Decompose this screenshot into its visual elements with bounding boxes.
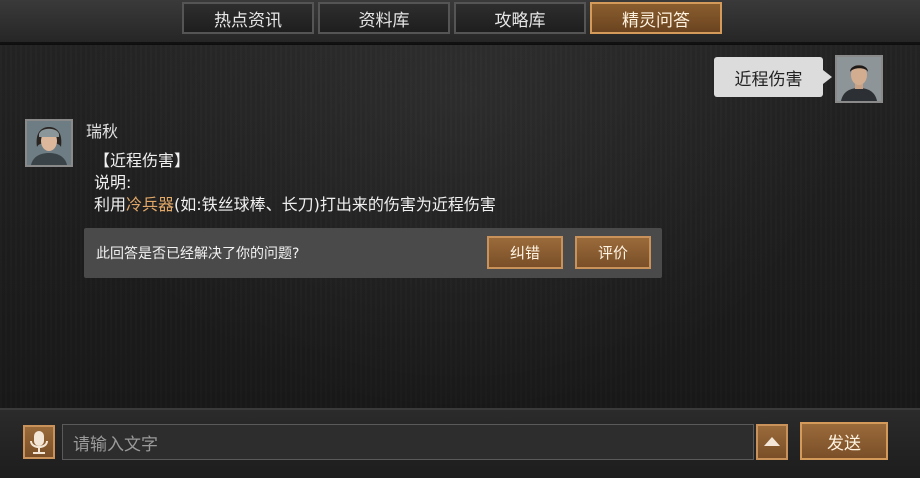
rate-button[interactable]: 评价	[575, 236, 651, 269]
user-avatar-icon	[835, 55, 883, 103]
bot-message-text: 【近程伤害】 说明: 利用冷兵器(如:铁丝球棒、长刀)打出来的伤害为近程伤害	[94, 150, 496, 216]
tab-spirit-qa[interactable]: 精灵问答	[590, 2, 722, 34]
desc-prefix: 利用	[94, 195, 127, 214]
send-button[interactable]: 发送	[800, 422, 888, 460]
message-input[interactable]: 请输入文字	[62, 424, 754, 460]
microphone-button[interactable]	[23, 425, 55, 459]
tab-hot-news[interactable]: 热点资讯	[182, 2, 314, 34]
bot-title-line: 【近程伤害】	[94, 151, 191, 170]
feedback-question: 此回答是否已经解决了你的问题?	[96, 246, 300, 262]
tab-list: 热点资讯 资料库 攻略库 精灵问答	[182, 2, 722, 36]
desc-suffix: (如:铁丝球棒、长刀)打出来的伤害为近程伤害	[174, 195, 496, 214]
microphone-icon	[30, 431, 48, 454]
bot-desc-line: 利用冷兵器(如:铁丝球棒、长刀)打出来的伤害为近程伤害	[94, 194, 496, 216]
tab-database[interactable]: 资料库	[318, 2, 450, 34]
desc-highlight: 冷兵器	[126, 195, 175, 214]
user-bubble-tail	[823, 70, 832, 84]
header-divider	[0, 44, 920, 45]
bot-desc-label: 说明:	[94, 173, 132, 192]
top-tab-bar: 热点资讯 资料库 攻略库 精灵问答	[0, 0, 920, 44]
correct-button[interactable]: 纠错	[487, 236, 563, 269]
expand-button[interactable]	[756, 424, 788, 460]
bot-name: 瑞秋	[86, 122, 119, 141]
feedback-panel: 此回答是否已经解决了你的问题? 纠错 评价	[84, 228, 662, 278]
tab-guides[interactable]: 攻略库	[454, 2, 586, 34]
chevron-up-icon	[764, 437, 780, 446]
bot-avatar-icon	[25, 119, 73, 167]
input-bar: 请输入文字 发送	[0, 408, 920, 478]
user-message-bubble: 近程伤害	[714, 57, 823, 97]
